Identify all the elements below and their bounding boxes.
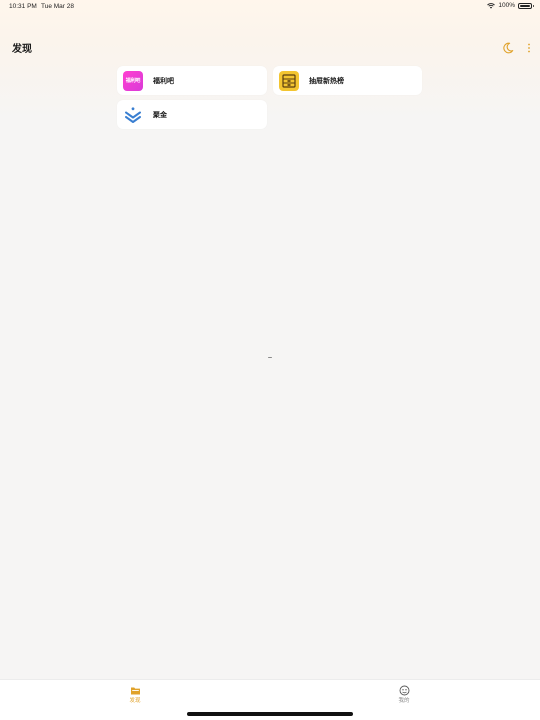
source-card-chouti[interactable]: 抽屉新热榜: [273, 66, 422, 95]
tab-mine[interactable]: 我的: [389, 683, 419, 704]
status-bar: 10:31 PM Tue Mar 28 100%: [0, 0, 540, 14]
chouti-logo: [279, 70, 299, 91]
more-vertical-icon[interactable]: [525, 41, 533, 53]
wifi-icon: [487, 2, 496, 9]
fuliba-logo-text: 福利吧: [125, 78, 141, 84]
fuliba-logo: 福利吧: [123, 70, 143, 91]
status-right: 100%: [487, 2, 534, 9]
source-label: 聚金: [153, 111, 167, 119]
battery-icon: [518, 2, 534, 9]
jujin-logo: [123, 105, 143, 125]
loading-indicator: [268, 357, 272, 359]
page-title: 发现: [12, 44, 32, 55]
folder-icon: [130, 683, 141, 695]
source-label: 抽屉新热榜: [309, 77, 344, 85]
tab-label: 发现: [129, 698, 141, 704]
home-indicator: [187, 712, 353, 716]
profile-icon: [399, 683, 410, 696]
source-card-fuliba[interactable]: 福利吧 福利吧: [117, 66, 267, 95]
app-window: 10:31 PM Tue Mar 28 100% 发现 福利吧 福利吧 抽屉新热…: [0, 0, 540, 720]
status-date: Tue Mar 28: [41, 3, 74, 10]
source-card-jujin[interactable]: 聚金: [117, 100, 267, 129]
tab-discover[interactable]: 发现: [120, 683, 150, 704]
status-time: 10:31 PM: [9, 3, 37, 10]
moon-icon[interactable]: [502, 41, 514, 54]
battery-percent: 100%: [498, 2, 515, 9]
tab-label: 我的: [398, 698, 410, 704]
source-label: 福利吧: [153, 77, 174, 85]
